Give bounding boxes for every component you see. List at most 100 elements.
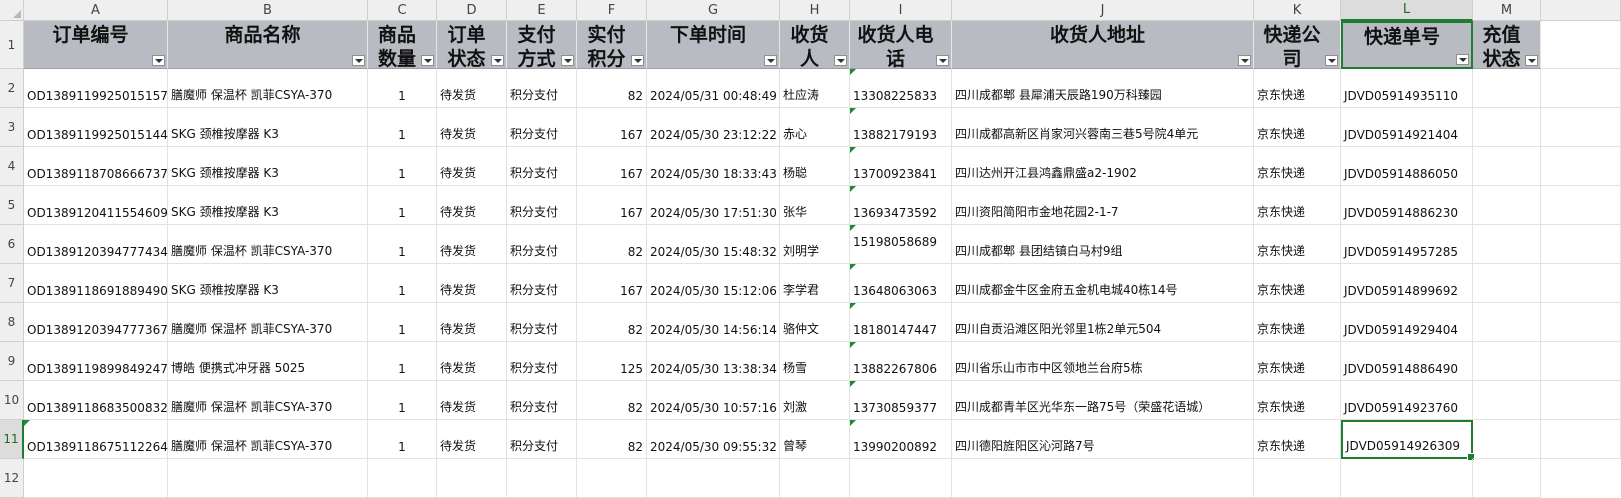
cell-f6[interactable]: 82 [577, 225, 647, 264]
cell-d3[interactable]: 待发货 [437, 108, 507, 147]
cell-l5[interactable]: JDVD05914886230 [1341, 186, 1473, 225]
cell-i11[interactable]: 13990200892 [850, 420, 952, 459]
row-header-2[interactable]: 2 [0, 69, 24, 108]
cell-l11[interactable]: JDVD05914926309 [1341, 420, 1475, 461]
empty-cell[interactable] [1541, 420, 1621, 459]
header-cell-i[interactable]: 收货人电话 [850, 21, 952, 69]
filter-dropdown-icon[interactable] [352, 55, 365, 66]
cell-j4[interactable]: 四川达州开江县鸿鑫鼎盛a2-1902 [952, 147, 1254, 186]
filter-dropdown-icon[interactable] [1238, 55, 1251, 66]
empty-cell[interactable] [1541, 186, 1621, 225]
cell-c7[interactable]: 1 [368, 264, 437, 303]
cell-a3[interactable]: OD1389119925015144 [24, 108, 168, 147]
cell-h5[interactable]: 张华 [780, 186, 850, 225]
column-header-m[interactable]: M [1473, 0, 1541, 21]
empty-cell[interactable] [1541, 147, 1621, 186]
cell-e2[interactable]: 积分支付 [507, 69, 577, 108]
cell-b4[interactable]: SKG 颈椎按摩器 K3 [168, 147, 368, 186]
empty-cell[interactable] [647, 459, 780, 498]
cell-f8[interactable]: 82 [577, 303, 647, 342]
row-header-7[interactable]: 7 [0, 264, 24, 303]
cell-e6[interactable]: 积分支付 [507, 225, 577, 264]
cell-g7[interactable]: 2024/05/30 15:12:06 [647, 264, 780, 303]
cell-e4[interactable]: 积分支付 [507, 147, 577, 186]
row-header-8[interactable]: 8 [0, 303, 24, 342]
cell-h4[interactable]: 杨聪 [780, 147, 850, 186]
cell-e10[interactable]: 积分支付 [507, 381, 577, 420]
cell-c10[interactable]: 1 [368, 381, 437, 420]
cell-m3[interactable] [1473, 108, 1541, 147]
cell-j7[interactable]: 四川成都金牛区金府五金机电城40栋14号 [952, 264, 1254, 303]
header-cell-j[interactable]: 收货人地址 [952, 21, 1254, 69]
header-cell-l[interactable]: 快递单号 [1341, 21, 1473, 69]
cell-i4[interactable]: 13700923841 [850, 147, 952, 186]
cell-c3[interactable]: 1 [368, 108, 437, 147]
cell-d6[interactable]: 待发货 [437, 225, 507, 264]
cell-l3[interactable]: JDVD05914921404 [1341, 108, 1473, 147]
cell-l6[interactable]: JDVD05914957285 [1341, 225, 1473, 264]
cell-d11[interactable]: 待发货 [437, 420, 507, 459]
filter-dropdown-icon[interactable] [152, 55, 165, 66]
row-header-3[interactable]: 3 [0, 108, 24, 147]
cell-a11[interactable]: OD1389118675112264 [24, 420, 168, 459]
cell-g10[interactable]: 2024/05/30 10:57:16 [647, 381, 780, 420]
empty-cell[interactable] [1541, 108, 1621, 147]
cell-g11[interactable]: 2024/05/30 09:55:32 [647, 420, 780, 459]
cell-c11[interactable]: 1 [368, 420, 437, 459]
cell-i6[interactable]: 15198058689 [850, 225, 952, 264]
cell-c8[interactable]: 1 [368, 303, 437, 342]
header-cell-h[interactable]: 收货人 [780, 21, 850, 69]
cell-i5[interactable]: 13693473592 [850, 186, 952, 225]
row-header-6[interactable]: 6 [0, 225, 24, 264]
filter-dropdown-icon[interactable] [491, 55, 504, 66]
cell-d2[interactable]: 待发货 [437, 69, 507, 108]
cell-e8[interactable]: 积分支付 [507, 303, 577, 342]
cell-a5[interactable]: OD1389120411554609 [24, 186, 168, 225]
empty-cell[interactable] [1541, 381, 1621, 420]
empty-cell[interactable] [1254, 459, 1341, 498]
cell-a4[interactable]: OD1389118708666737 [24, 147, 168, 186]
cell-f11[interactable]: 82 [577, 420, 647, 459]
header-cell-c[interactable]: 商品数量 [368, 21, 437, 69]
cell-b6[interactable]: 膳魔师 保温杯 凯菲CSYA-370 [168, 225, 368, 264]
cell-m7[interactable] [1473, 264, 1541, 303]
cell-e9[interactable]: 积分支付 [507, 342, 577, 381]
row-header-12[interactable]: 12 [0, 459, 24, 498]
empty-cell[interactable] [507, 459, 577, 498]
spreadsheet-grid[interactable]: A B C D E F G H I J K L M 1 2 3 4 5 6 7 8 9 10 11 12 订单编号 商品名称 商品数量… [0, 0, 1621, 498]
cell-h9[interactable]: 杨雪 [780, 342, 850, 381]
cell-h8[interactable]: 骆仲文 [780, 303, 850, 342]
cell-l8[interactable]: JDVD05914929404 [1341, 303, 1473, 342]
cell-m6[interactable] [1473, 225, 1541, 264]
cell-m8[interactable] [1473, 303, 1541, 342]
column-header-b[interactable]: B [168, 0, 368, 21]
cell-c6[interactable]: 1 [368, 225, 437, 264]
cell-l7[interactable]: JDVD05914899692 [1341, 264, 1473, 303]
cell-g9[interactable]: 2024/05/30 13:38:34 [647, 342, 780, 381]
filter-dropdown-icon[interactable] [631, 55, 644, 66]
cell-a10[interactable]: OD1389118683500832 [24, 381, 168, 420]
cell-j5[interactable]: 四川资阳简阳市金地花园2-1-7 [952, 186, 1254, 225]
row-header-9[interactable]: 9 [0, 342, 24, 381]
cell-j8[interactable]: 四川自贡沿滩区阳光邻里1栋2单元504 [952, 303, 1254, 342]
cell-e7[interactable]: 积分支付 [507, 264, 577, 303]
header-cell-f[interactable]: 实付积分 [577, 21, 647, 69]
column-header-a[interactable]: A [24, 0, 168, 21]
empty-cell[interactable] [1541, 225, 1621, 264]
cell-k2[interactable]: 京东快递 [1254, 69, 1341, 108]
cell-c4[interactable]: 1 [368, 147, 437, 186]
filter-dropdown-icon[interactable] [764, 55, 777, 66]
cell-h7[interactable]: 李学君 [780, 264, 850, 303]
row-header-5[interactable]: 5 [0, 186, 24, 225]
cell-h3[interactable]: 赤心 [780, 108, 850, 147]
cell-b10[interactable]: 膳魔师 保温杯 凯菲CSYA-370 [168, 381, 368, 420]
cell-f2[interactable]: 82 [577, 69, 647, 108]
cell-l2[interactable]: JDVD05914935110 [1341, 69, 1473, 108]
cell-d7[interactable]: 待发货 [437, 264, 507, 303]
filter-dropdown-icon[interactable] [1525, 55, 1538, 66]
empty-cell[interactable] [1341, 459, 1473, 498]
cell-k9[interactable]: 京东快递 [1254, 342, 1341, 381]
header-cell-m[interactable]: 充值状态 [1473, 21, 1541, 69]
empty-cell[interactable] [850, 459, 952, 498]
filter-dropdown-icon[interactable] [561, 55, 574, 66]
